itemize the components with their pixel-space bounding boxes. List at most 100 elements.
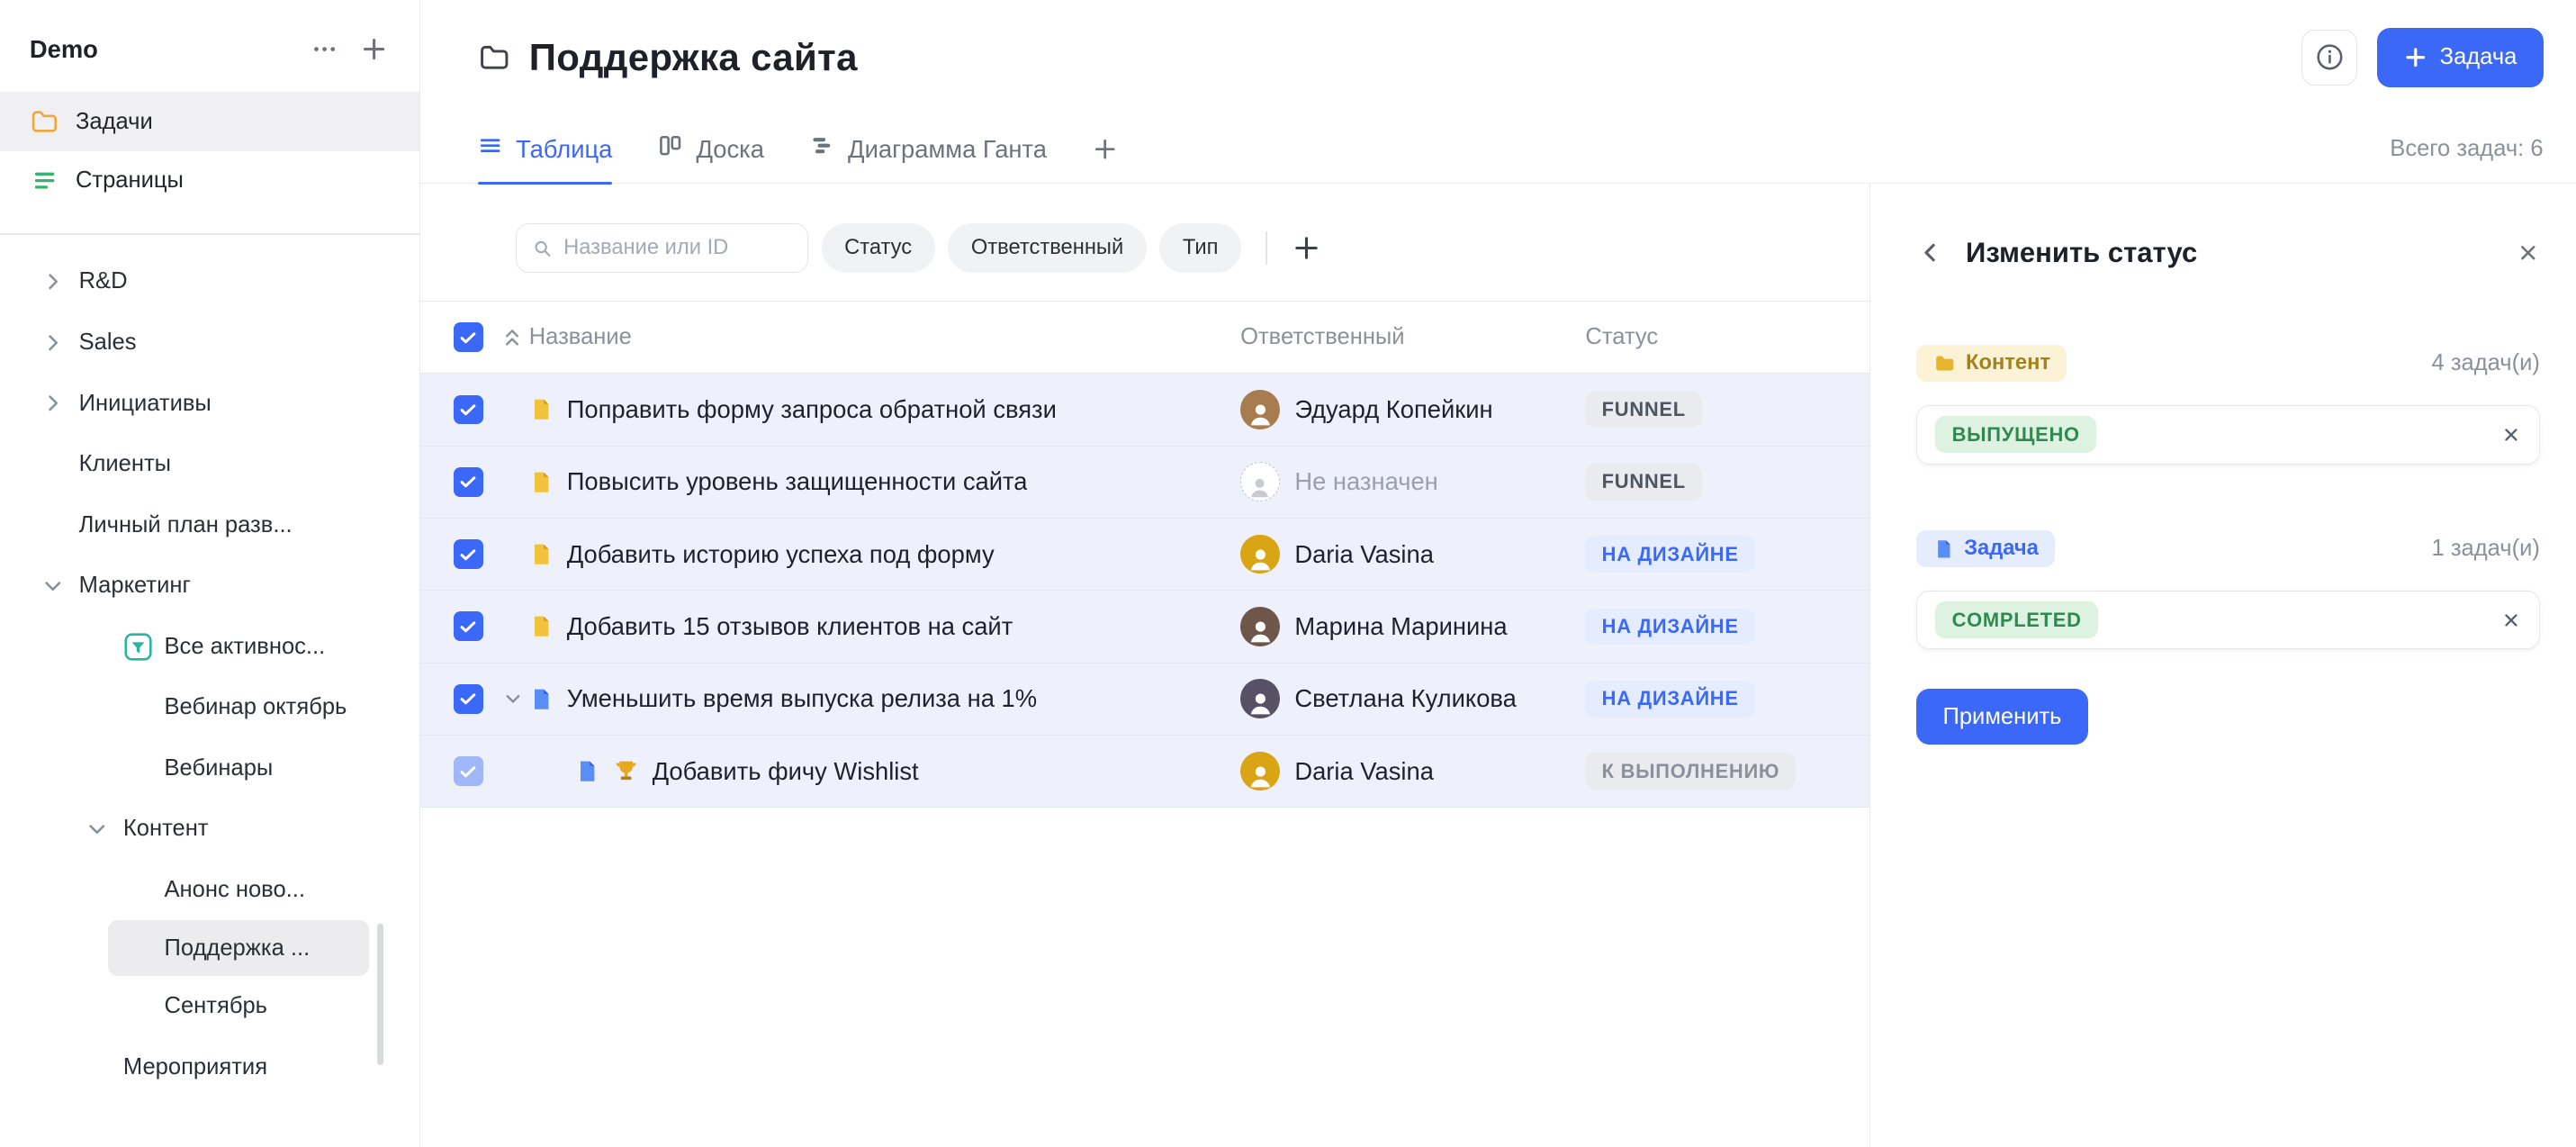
sidebar-item-events[interactable]: Мероприятия <box>0 1037 419 1098</box>
sidebar-item-personal-plan[interactable]: Личный план разв... <box>0 494 419 555</box>
sidebar-item-marketing[interactable]: Маркетинг <box>0 555 419 617</box>
sidebar-item-webinars[interactable]: Вебинары <box>0 737 419 799</box>
column-header-name[interactable]: Название <box>529 324 1240 350</box>
filter-type[interactable]: Тип <box>1159 223 1241 273</box>
table-row[interactable]: Повысить уровень защищенности сайта Не н… <box>420 447 1869 519</box>
table-toolbar: Статус Ответственный Тип <box>420 184 1869 273</box>
sidebar-item-webinar-october[interactable]: Вебинар октябрь <box>0 677 419 738</box>
new-task-button[interactable]: Задача <box>2377 28 2543 87</box>
assignee-cell[interactable]: Светлана Куликова <box>1240 679 1585 718</box>
row-checkbox[interactable] <box>454 539 483 569</box>
filter-status[interactable]: Статус <box>822 223 935 273</box>
status-badge[interactable]: НА ДИЗАЙНЕ <box>1585 536 1755 573</box>
plus-icon <box>2404 46 2427 69</box>
assignee-cell[interactable]: Марина Маринина <box>1240 607 1585 646</box>
close-button[interactable] <box>2517 241 2540 265</box>
row-checkbox[interactable] <box>454 756 483 786</box>
avatar <box>1240 679 1280 718</box>
sort-icon[interactable] <box>496 328 529 348</box>
row-checkbox[interactable] <box>454 467 483 497</box>
chevron-right-icon[interactable] <box>40 270 66 294</box>
sidebar-item-sales[interactable]: Sales <box>0 312 419 374</box>
remove-status-icon[interactable] <box>2501 425 2521 445</box>
table-row-subtask[interactable]: Добавить фичу Wishlist Daria Vasina К ВЫ… <box>420 736 1869 808</box>
row-checkbox[interactable] <box>454 611 483 641</box>
select-all-checkbox[interactable] <box>454 322 483 352</box>
task-title[interactable]: Добавить фичу Wishlist <box>653 757 919 786</box>
sidebar-item-september[interactable]: Сентябрь <box>0 976 419 1037</box>
task-title[interactable]: Добавить историю успеха под форму <box>567 540 995 569</box>
search-input[interactable] <box>563 236 791 260</box>
tab-table[interactable]: Таблица <box>478 115 612 184</box>
chevron-right-icon[interactable] <box>40 331 66 355</box>
remove-status-icon[interactable] <box>2501 610 2521 630</box>
table-row[interactable]: Добавить 15 отзывов клиентов на сайт Мар… <box>420 591 1869 663</box>
column-header-status[interactable]: Статус <box>1585 324 1869 350</box>
status-badge[interactable]: К ВЫПОЛНЕНИЮ <box>1585 753 1796 790</box>
project-type-badge: Контент <box>1916 345 2067 383</box>
status-badge[interactable]: НА ДИЗАЙНЕ <box>1585 609 1755 646</box>
info-button[interactable] <box>2301 30 2357 86</box>
status-badge[interactable]: FUNNEL <box>1585 392 1702 429</box>
expand-chevron-icon[interactable] <box>496 689 529 709</box>
chevron-right-icon[interactable] <box>40 392 66 415</box>
task-title[interactable]: Уменьшить время выпуска релиза на 1% <box>567 684 1037 713</box>
row-checkbox[interactable] <box>454 395 483 425</box>
doc-icon <box>529 397 554 421</box>
chevron-down-icon[interactable] <box>40 574 66 598</box>
tab-gantt[interactable]: Диаграмма Ганта <box>810 115 1047 184</box>
add-filter-button[interactable] <box>1293 234 1320 262</box>
status-select[interactable]: ВЫПУЩЕНО <box>1916 405 2540 465</box>
task-name-cell: Добавить историю успеха под форму <box>529 540 1240 569</box>
sidebar-item-site-support[interactable]: Поддержка ... <box>108 920 368 976</box>
assignee-cell[interactable]: Не назначен <box>1240 462 1585 501</box>
doc-icon <box>1933 538 1955 560</box>
assignee-name: Daria Vasina <box>1294 757 1434 786</box>
sidebar-item-pages[interactable]: Страницы <box>0 151 419 211</box>
sidebar-item-news-announce[interactable]: Анонс ново... <box>0 860 419 921</box>
status-select[interactable]: COMPLETED <box>1916 591 2540 650</box>
filter-assignee[interactable]: Ответственный <box>948 223 1146 273</box>
assignee-cell[interactable]: Daria Vasina <box>1240 752 1585 791</box>
sidebar: Demo Задачи Страницы R&D <box>0 0 420 1147</box>
sidebar-item-initiatives[interactable]: Инициативы <box>0 373 419 434</box>
sidebar-item-clients[interactable]: Клиенты <box>0 434 419 495</box>
add-view-button[interactable] <box>1093 137 1117 161</box>
doc-icon <box>529 542 554 566</box>
workspace-menu-button[interactable] <box>308 33 341 67</box>
folder-icon <box>478 41 511 75</box>
task-title[interactable]: Поправить форму запроса обратной связи <box>567 395 1057 424</box>
table-row[interactable]: Поправить форму запроса обратной связи Э… <box>420 374 1869 446</box>
assignee-name: Эдуард Копейкин <box>1294 395 1492 424</box>
tab-board[interactable]: Доска <box>658 115 764 184</box>
column-header-assignee[interactable]: Ответственный <box>1240 324 1585 350</box>
board-view-icon <box>658 133 682 164</box>
table-row[interactable]: Добавить историю успеха под форму Daria … <box>420 519 1869 591</box>
task-title[interactable]: Добавить 15 отзывов клиентов на сайт <box>567 612 1013 641</box>
sidebar-item-content[interactable]: Контент <box>0 799 419 860</box>
apply-button[interactable]: Применить <box>1916 689 2087 745</box>
sidebar-item-rd[interactable]: R&D <box>0 251 419 312</box>
row-checkbox[interactable] <box>454 684 483 714</box>
status-badge[interactable]: НА ДИЗАЙНЕ <box>1585 681 1755 718</box>
person-icon <box>1246 545 1275 574</box>
sidebar-item-all-activities[interactable]: Все активнос... <box>0 616 419 677</box>
doc-icon <box>529 470 554 494</box>
chevron-down-icon[interactable] <box>84 817 110 841</box>
assignee-cell[interactable]: Эдуард Копейкин <box>1240 390 1585 429</box>
person-icon <box>1246 689 1275 718</box>
search-box[interactable] <box>516 223 808 273</box>
sidebar-scrollbar[interactable] <box>377 924 383 1065</box>
total-tasks-label: Всего задач: 6 <box>2390 136 2543 162</box>
status-badge[interactable]: FUNNEL <box>1585 464 1702 501</box>
sidebar-item-tasks[interactable]: Задачи <box>0 92 419 151</box>
tree-item-label: Вебинары <box>165 755 274 781</box>
status-group-task: Задача 1 задач(и) <box>1916 530 2540 568</box>
ellipsis-icon <box>311 36 338 62</box>
back-button[interactable] <box>1916 239 1942 266</box>
assignee-cell[interactable]: Daria Vasina <box>1240 535 1585 574</box>
table-row[interactable]: Уменьшить время выпуска релиза на 1% Све… <box>420 664 1869 736</box>
divider <box>1265 231 1267 265</box>
task-title[interactable]: Повысить уровень защищенности сайта <box>567 467 1028 496</box>
workspace-add-button[interactable] <box>357 33 391 67</box>
